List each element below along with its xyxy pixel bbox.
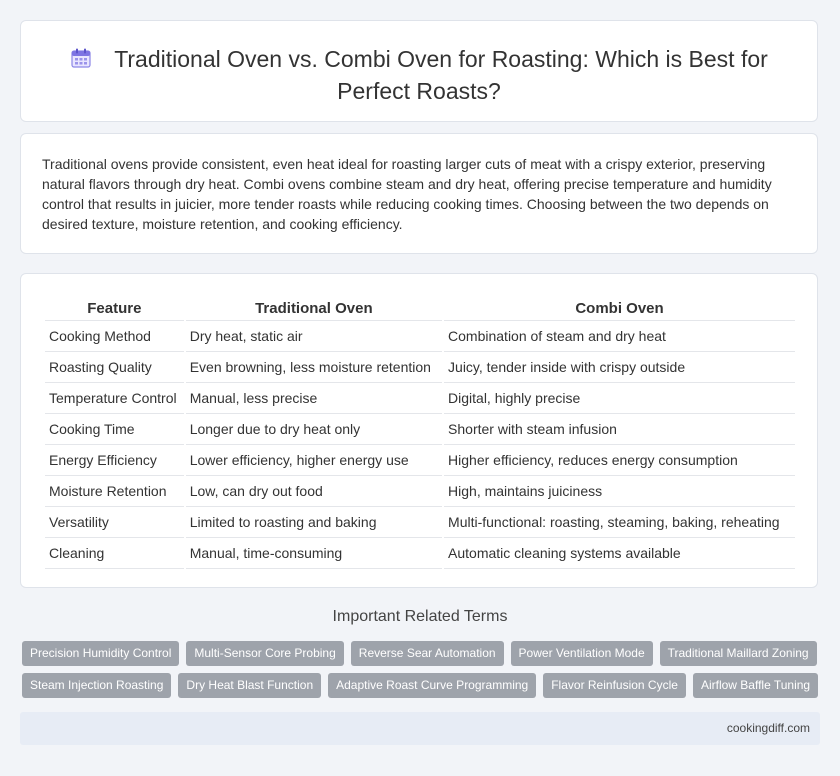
related-terms-tags: Precision Humidity Control Multi-Sensor … [22, 641, 822, 705]
combi-cell: Multi-functional: roasting, steaming, ba… [444, 507, 795, 538]
table-row: Cooking Time Longer due to dry heat only… [45, 414, 795, 445]
tag-row: Precision Humidity Control Multi-Sensor … [22, 641, 822, 666]
combi-cell: Combination of steam and dry heat [444, 321, 795, 352]
tag-link[interactable]: Dry Heat Blast Function [178, 673, 322, 698]
feature-cell: Versatility [45, 507, 184, 538]
comparison-table: Feature Traditional Oven Combi Oven Cook… [43, 294, 797, 569]
feature-cell: Temperature Control [45, 383, 184, 414]
related-terms-heading: Important Related Terms [332, 608, 508, 625]
combi-cell: Juicy, tender inside with crispy outside [444, 352, 795, 383]
tag-row: Steam Injection Roasting Dry Heat Blast … [22, 673, 822, 698]
tag-link[interactable]: Power Ventilation Mode [510, 641, 653, 666]
table-row: Energy Efficiency Lower efficiency, high… [45, 445, 795, 476]
table-row: Moisture Retention Low, can dry out food… [45, 476, 795, 507]
footer-site-link[interactable]: cookingdiff.com [727, 721, 810, 735]
footer-bar: cookingdiff.com [20, 712, 820, 745]
tag-link[interactable]: Precision Humidity Control [22, 641, 180, 666]
table-row: Temperature Control Manual, less precise… [45, 383, 795, 414]
tag-link[interactable]: Reverse Sear Automation [350, 641, 504, 666]
tag-link[interactable]: Adaptive Roast Curve Programming [328, 673, 537, 698]
feature-cell: Moisture Retention [45, 476, 184, 507]
header-combi-oven: Combi Oven [444, 294, 795, 321]
combi-cell: Higher efficiency, reduces energy consum… [444, 445, 795, 476]
traditional-cell: Low, can dry out food [185, 476, 443, 507]
feature-cell: Roasting Quality [45, 352, 184, 383]
combi-cell: Shorter with steam infusion [444, 414, 795, 445]
page-title-text: Traditional Oven vs. Combi Oven for Roas… [114, 46, 768, 104]
tag-link[interactable]: Multi-Sensor Core Probing [186, 641, 344, 666]
feature-cell: Cooking Time [45, 414, 184, 445]
tag-link[interactable]: Steam Injection Roasting [22, 673, 172, 698]
table-row: Versatility Limited to roasting and baki… [45, 507, 795, 538]
table-row: Cleaning Manual, time-consuming Automati… [45, 538, 795, 569]
page-title: Traditional Oven vs. Combi Oven for Roas… [69, 43, 769, 107]
tag-link[interactable]: Flavor Reinfusion Cycle [543, 673, 686, 698]
header-feature: Feature [45, 294, 184, 321]
traditional-cell: Manual, less precise [185, 383, 443, 414]
tag-link[interactable]: Traditional Maillard Zoning [659, 641, 817, 666]
combi-cell: Digital, highly precise [444, 383, 795, 414]
table-row: Cooking Method Dry heat, static air Comb… [45, 321, 795, 352]
feature-cell: Energy Efficiency [45, 445, 184, 476]
intro-paragraph: Traditional ovens provide consistent, ev… [42, 156, 772, 232]
traditional-cell: Longer due to dry heat only [185, 414, 443, 445]
traditional-cell: Even browning, less moisture retention [185, 352, 443, 383]
feature-cell: Cleaning [45, 538, 184, 569]
header-traditional-oven: Traditional Oven [185, 294, 443, 321]
traditional-cell: Lower efficiency, higher energy use [185, 445, 443, 476]
traditional-cell: Dry heat, static air [185, 321, 443, 352]
combi-cell: High, maintains juiciness [444, 476, 795, 507]
calendar-icon [71, 48, 91, 68]
traditional-cell: Limited to roasting and baking [185, 507, 443, 538]
tag-link[interactable]: Airflow Baffle Tuning [692, 673, 819, 698]
intro-card: Traditional ovens provide consistent, ev… [20, 133, 818, 254]
feature-cell: Cooking Method [45, 321, 184, 352]
title-card: Traditional Oven vs. Combi Oven for Roas… [20, 20, 818, 122]
table-row: Roasting Quality Even browning, less moi… [45, 352, 795, 383]
traditional-cell: Manual, time-consuming [185, 538, 443, 569]
combi-cell: Automatic cleaning systems available [444, 538, 795, 569]
comparison-card: Feature Traditional Oven Combi Oven Cook… [20, 273, 818, 588]
table-header-row: Feature Traditional Oven Combi Oven [45, 294, 795, 321]
